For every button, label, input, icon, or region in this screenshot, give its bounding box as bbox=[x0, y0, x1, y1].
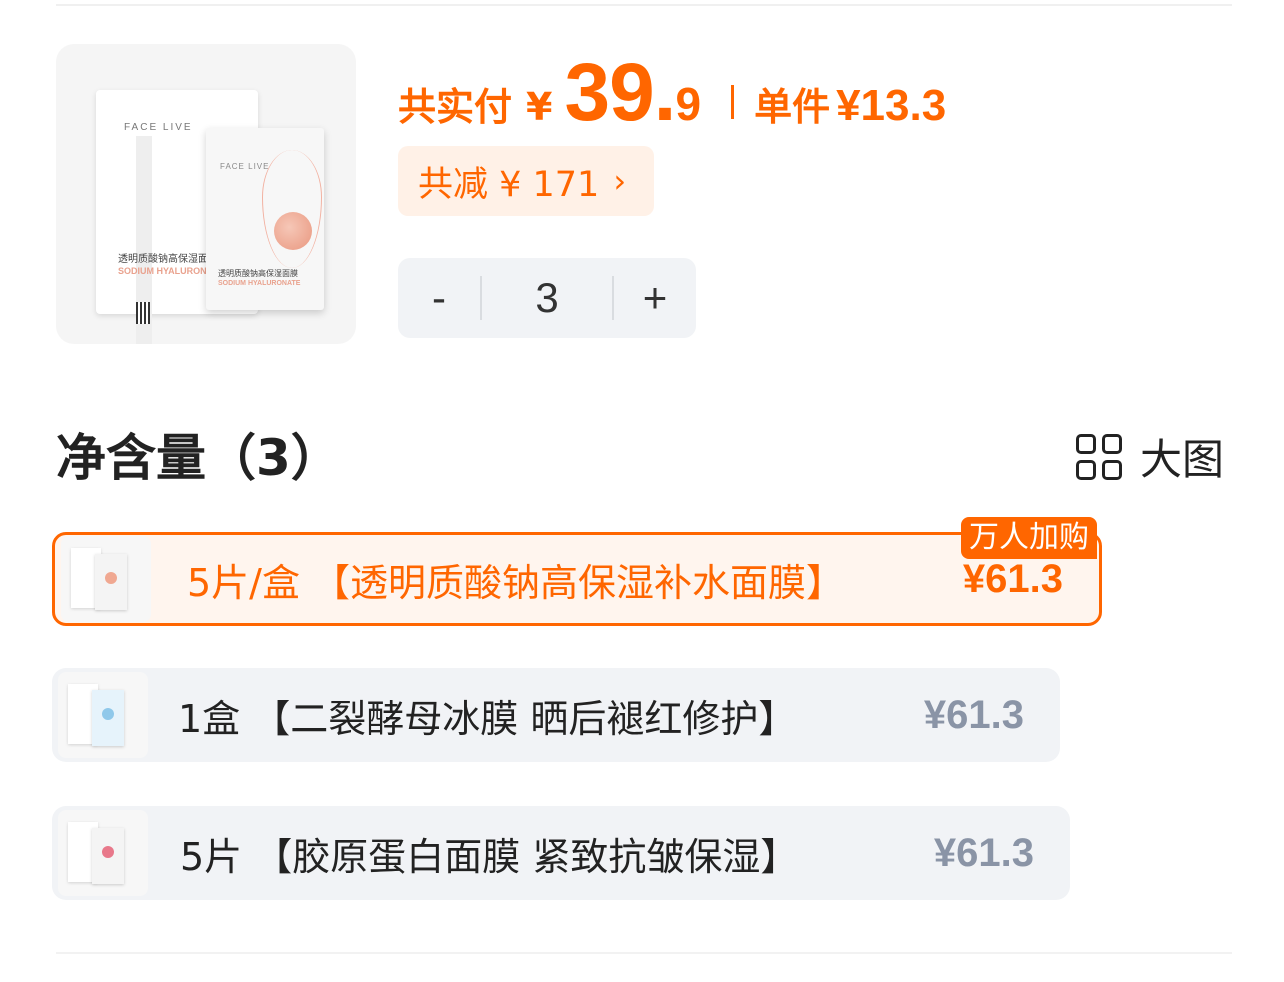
large-image-label: 大图 bbox=[1140, 435, 1225, 484]
total-paid-label: 共实付 bbox=[398, 85, 513, 129]
qr-code-icon bbox=[136, 302, 150, 324]
option-thumbnail bbox=[61, 536, 151, 622]
product-sachet-illustration: FACE LIVE 透明质酸钠高保湿面膜 SODIUM HYALURONATE bbox=[206, 128, 324, 310]
increase-button[interactable]: + bbox=[614, 258, 696, 338]
section-title: 净含量（3） bbox=[56, 429, 341, 487]
option-thumbnail bbox=[58, 672, 148, 758]
price-divider bbox=[731, 85, 735, 119]
sku-option[interactable]: 1盒 【二裂酵母冰膜 晒后褪红修护】 ¥61.3 bbox=[52, 668, 1060, 762]
option-thumbnail bbox=[58, 810, 148, 896]
total-price-integer: 39. bbox=[564, 47, 676, 138]
option-label: 1盒 【二裂酵母冰膜 晒后褪红修护】 bbox=[178, 696, 797, 741]
image-title-text: 透明质酸钠高保湿面膜 bbox=[118, 254, 218, 265]
price-summary: 共实付 ¥ 39. 9 单件 ¥13.3 bbox=[398, 46, 946, 146]
option-label: 5片 【胶原蛋白面膜 紧致抗皱保湿】 bbox=[180, 834, 799, 879]
option-price: ¥61.3 bbox=[962, 556, 1063, 601]
sku-selector-panel: FACE LIVE 透明质酸钠高保湿面膜 SODIUM HYALURONATE … bbox=[0, 0, 1284, 982]
grid-icon bbox=[1076, 433, 1122, 480]
chevron-right-icon: › bbox=[613, 162, 627, 200]
sku-option[interactable]: 5片 【胶原蛋白面膜 紧致抗皱保湿】 ¥61.3 bbox=[52, 806, 1070, 900]
total-price-decimal: 9 bbox=[675, 78, 702, 130]
quantity-stepper: - 3 + bbox=[398, 258, 696, 338]
unit-price-value: ¥13.3 bbox=[836, 81, 947, 130]
unit-price-label: 单件 bbox=[754, 85, 831, 129]
currency-symbol: ¥ bbox=[526, 85, 553, 129]
product-image[interactable]: FACE LIVE 透明质酸钠高保湿面膜 SODIUM HYALURONATE … bbox=[56, 44, 356, 344]
option-price: ¥61.3 bbox=[933, 830, 1034, 875]
quantity-value[interactable]: 3 bbox=[482, 274, 612, 322]
decrease-button[interactable]: - bbox=[398, 258, 480, 338]
option-label: 5片/盒 【透明质酸钠高保湿补水面膜】 bbox=[187, 560, 845, 605]
large-image-toggle[interactable]: 大图 bbox=[1076, 426, 1224, 487]
discount-label: 共减 ¥ 171 bbox=[418, 164, 600, 205]
popular-badge: 万人加购 bbox=[961, 517, 1097, 559]
sku-option-selected[interactable]: 5片/盒 【透明质酸钠高保湿补水面膜】 ¥61.3 万人加购 bbox=[52, 517, 1102, 626]
image-brand-text: FACE LIVE bbox=[124, 122, 193, 133]
option-price: ¥61.3 bbox=[923, 692, 1024, 737]
discount-chip[interactable]: 共减 ¥ 171 › bbox=[398, 146, 654, 216]
top-divider bbox=[56, 4, 1232, 6]
bottom-divider bbox=[56, 952, 1232, 954]
